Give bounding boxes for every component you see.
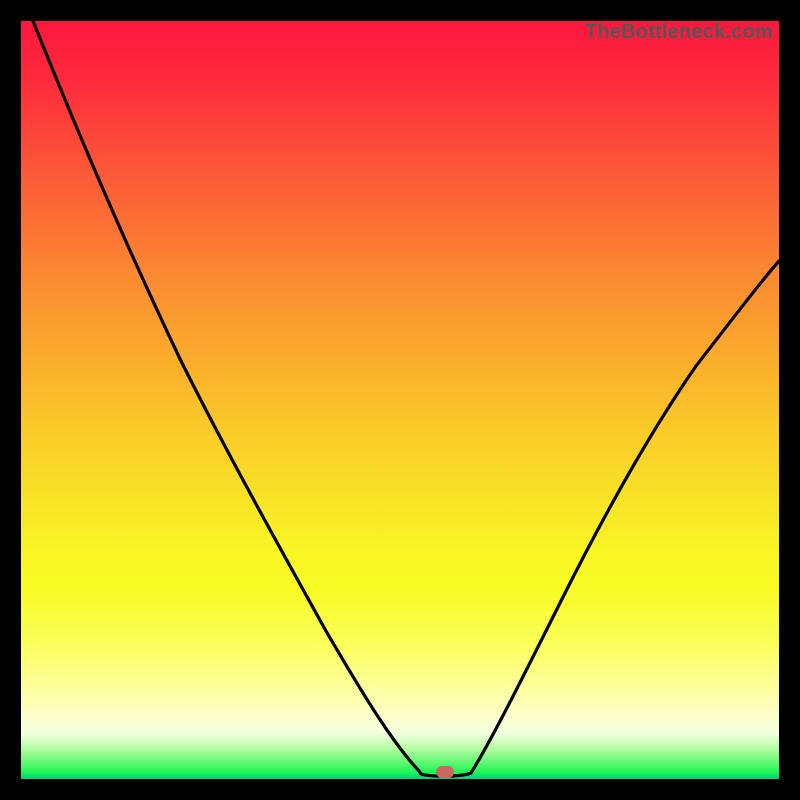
- chart-plot-area: TheBottleneck.com: [21, 21, 779, 779]
- optimal-point-marker: [436, 766, 454, 778]
- bottleneck-curve: [21, 21, 779, 779]
- curve-path: [33, 21, 779, 776]
